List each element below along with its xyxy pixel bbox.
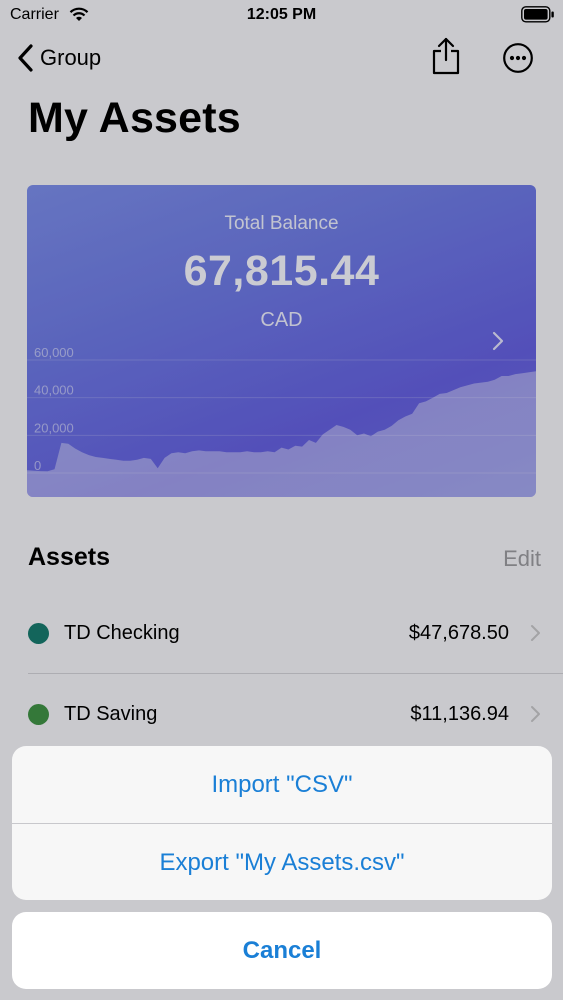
assets-screen: Carrier 12:05 PM Group My Assets Total B… bbox=[0, 0, 563, 1000]
cancel-button[interactable]: Cancel bbox=[12, 912, 552, 989]
action-sheet: Import "CSV" Export "My Assets.csv" bbox=[12, 746, 552, 900]
export-csv-button[interactable]: Export "My Assets.csv" bbox=[12, 824, 552, 900]
import-csv-button[interactable]: Import "CSV" bbox=[12, 746, 552, 823]
